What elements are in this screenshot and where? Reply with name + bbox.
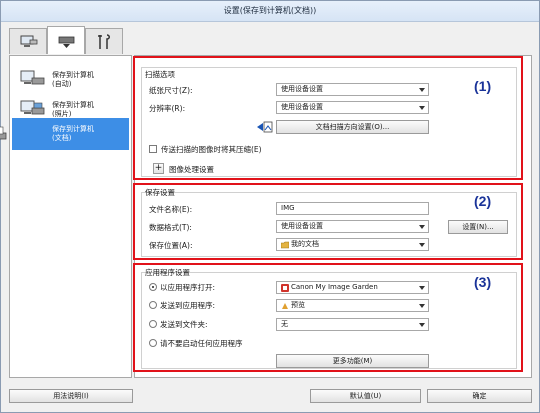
format-settings-button[interactable]: 设置(N)... xyxy=(448,220,508,234)
scan-orientation-icon xyxy=(257,121,273,133)
send-to-folder-radio[interactable] xyxy=(149,320,157,328)
image-garden-icon xyxy=(281,284,289,292)
sidebar-item-auto[interactable]: 保存到计算机 (自动) xyxy=(12,64,129,94)
resolution-label: 分辨率(R): xyxy=(149,104,186,113)
chevron-down-icon xyxy=(419,106,425,110)
scanner-photo-icon xyxy=(20,100,45,115)
scan-from-computer-icon xyxy=(20,35,38,47)
tab-scan-from-panel[interactable] xyxy=(47,26,85,54)
chevron-down-icon xyxy=(419,88,425,92)
app-settings-title: 应用程序设置 xyxy=(145,268,190,277)
resolution-select[interactable]: 使用设备设置 xyxy=(276,101,429,114)
tab-scan-from-computer[interactable] xyxy=(9,28,47,54)
scanner-document-icon xyxy=(0,126,7,140)
window-title: 设置(保存到计算机(文档)) xyxy=(223,6,317,15)
format-value: 使用设备设置 xyxy=(281,222,323,230)
callout-3: (3) xyxy=(474,274,492,290)
location-select[interactable]: 我的文档 xyxy=(276,238,429,251)
open-with-app-value: Canon My Image Garden xyxy=(291,283,378,291)
defaults-button[interactable]: 默认值(U) xyxy=(310,389,421,403)
send-to-folder-value: 无 xyxy=(281,320,288,328)
send-to-folder-select[interactable]: 无 xyxy=(276,318,429,331)
expand-image-processing-button[interactable]: + xyxy=(153,163,164,174)
format-select[interactable]: 使用设备设置 xyxy=(276,220,429,233)
scan-from-panel-icon xyxy=(58,36,75,48)
send-to-app-label: 发送到应用程序: xyxy=(160,301,216,310)
scanner-auto-icon xyxy=(20,70,45,85)
chevron-down-icon xyxy=(419,323,425,327)
chevron-down-icon xyxy=(419,243,425,247)
sidebar-item-sublabel: (文档) xyxy=(52,134,72,142)
callout-1: (1) xyxy=(474,78,492,94)
paper-size-label: 纸张尺寸(Z): xyxy=(149,86,193,95)
chevron-down-icon xyxy=(419,286,425,290)
save-settings-title: 保存设置 xyxy=(145,188,175,197)
compress-checkbox[interactable] xyxy=(149,145,157,153)
title-bar: 设置(保存到计算机(文档)) xyxy=(1,1,539,22)
sidebar-item-sublabel: (自动) xyxy=(52,80,72,88)
no-app-label: 请不要启动任何应用程序 xyxy=(160,339,243,348)
folder-icon xyxy=(281,241,289,249)
preview-app-icon xyxy=(282,303,288,309)
filename-label: 文件名称(E): xyxy=(149,205,193,214)
settings-content: 扫描选项 (1) 纸张尺寸(Z): 使用设备设置 分辨率(R): 使用设备设置 … xyxy=(133,55,532,378)
sidebar: 保存到计算机 (自动) 保存到计算机 (照片) 保存到计算机 (文档) xyxy=(0,55,132,378)
scan-options-title: 扫描选项 xyxy=(145,70,175,79)
format-label: 数据格式(T): xyxy=(149,223,192,232)
tools-icon xyxy=(98,34,110,49)
send-to-app-radio[interactable] xyxy=(149,301,157,309)
compress-label: 传送扫描的图像时将其压缩(E) xyxy=(161,145,262,154)
send-to-folder-label: 发送到文件夹: xyxy=(160,320,208,329)
tab-tools[interactable] xyxy=(85,28,123,54)
settings-window: 设置(保存到计算机(文档)) 保存到计算机 (自动) 保存到计算机 (照片) 保… xyxy=(0,0,540,413)
image-processing-label: 图像处理设置 xyxy=(169,165,214,174)
chevron-down-icon xyxy=(419,304,425,308)
sidebar-item-document[interactable]: 保存到计算机 (文档) xyxy=(0,118,129,150)
callout-2: (2) xyxy=(474,193,492,209)
location-value: 我的文档 xyxy=(291,240,319,248)
resolution-value: 使用设备设置 xyxy=(281,103,323,111)
ok-button[interactable]: 确定 xyxy=(427,389,532,403)
send-to-app-select[interactable]: 预览 xyxy=(276,299,429,312)
send-to-app-value: 预览 xyxy=(291,301,305,309)
filename-field[interactable]: IMG xyxy=(276,202,429,215)
open-with-app-label: 以应用程序打开: xyxy=(160,283,216,292)
location-label: 保存位置(A): xyxy=(149,241,193,250)
paper-size-select[interactable]: 使用设备设置 xyxy=(276,83,429,96)
no-app-radio[interactable] xyxy=(149,339,157,347)
orientation-settings-button[interactable]: 文档扫描方向设置(O)... xyxy=(276,120,429,134)
open-with-app-radio[interactable] xyxy=(149,283,157,291)
more-functions-button[interactable]: 更多功能(M) xyxy=(276,354,429,368)
instructions-button[interactable]: 用法说明(I) xyxy=(9,389,133,403)
chevron-down-icon xyxy=(419,225,425,229)
open-with-app-select[interactable]: Canon My Image Garden xyxy=(276,281,429,294)
paper-size-value: 使用设备设置 xyxy=(281,85,323,93)
